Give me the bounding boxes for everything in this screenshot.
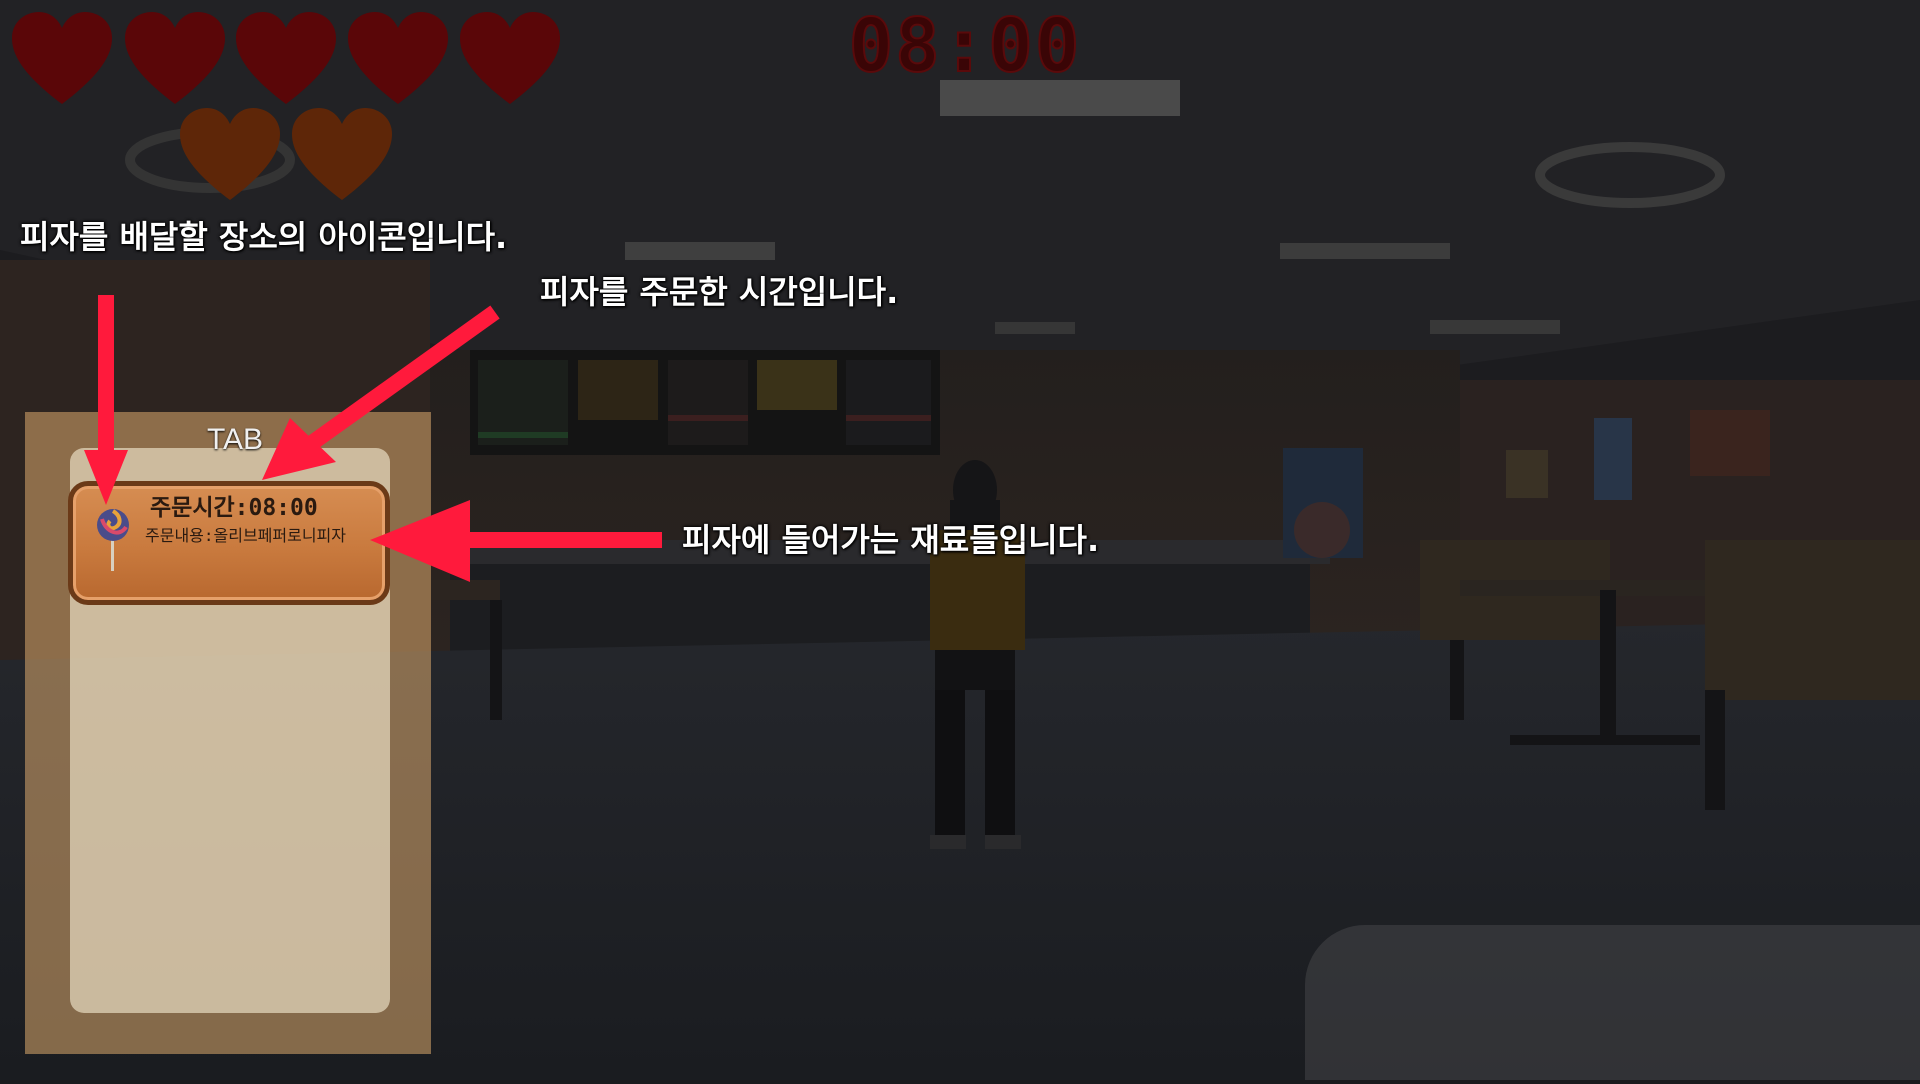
heart-icon [460, 12, 560, 104]
order-time: 주문시간:08:00 [150, 495, 318, 521]
time-annotation: 피자를 주문한 시간입니다. [540, 273, 899, 311]
ingredients-annotation: 피자에 들어가는 재료들입니다. [682, 521, 1100, 559]
order-content: 주문내용:올리브페퍼로니피자 [145, 526, 346, 545]
heart-icon [12, 12, 112, 104]
lollipop-icon [96, 507, 130, 571]
icon-annotation: 피자를 배달할 장소의 아이콘입니다. [20, 218, 508, 256]
bonus-heart-icon [180, 108, 280, 200]
heart-icon [236, 12, 336, 104]
health-hearts [0, 0, 600, 210]
heart-icon [348, 12, 448, 104]
heart-icon [125, 12, 225, 104]
tab-key-label[interactable]: TAB [170, 420, 300, 460]
game-timer: 08:00 [848, 3, 1082, 89]
touch-control-area[interactable] [1305, 925, 1920, 1080]
bonus-heart-icon [292, 108, 392, 200]
